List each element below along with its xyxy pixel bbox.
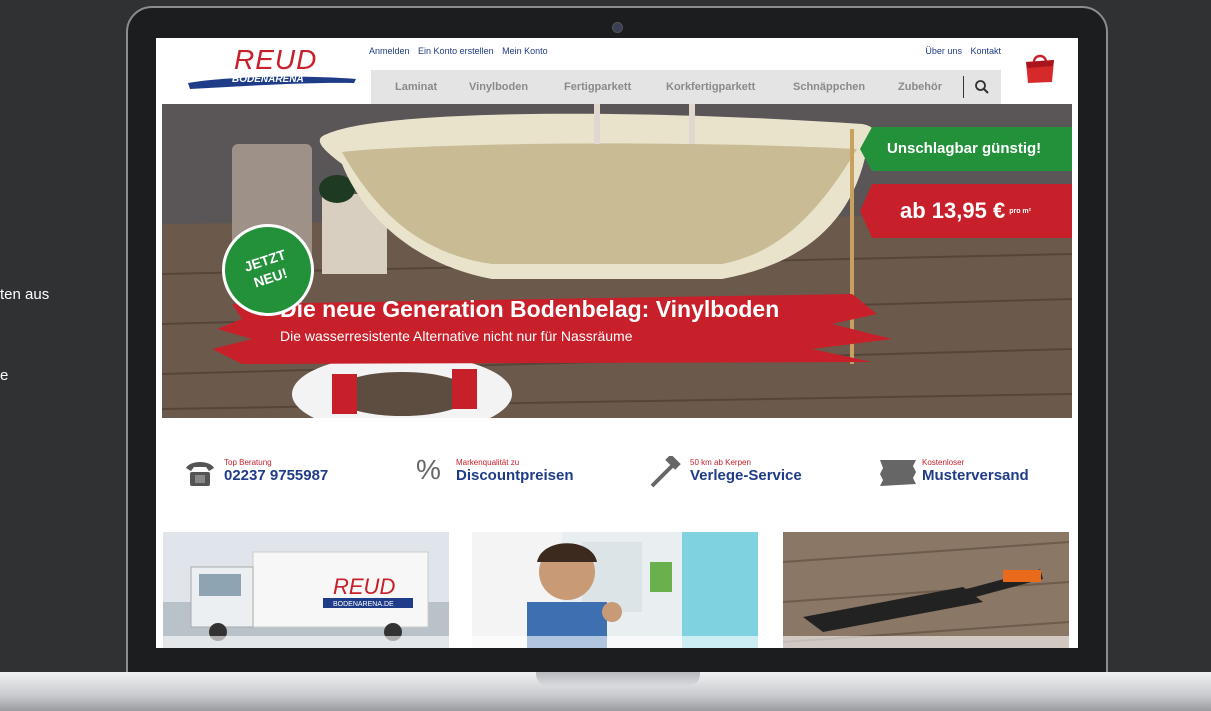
nav-schnaeppchen[interactable]: Schnäppchen [793,81,865,93]
price-value: ab 13,95 € [900,198,1006,223]
percent-icon: % [416,454,441,485]
feature-discount-value: Discountpreisen [456,467,574,484]
delivery-truck-image: REUD BODENARENA.DE [163,532,449,648]
shopping-bag-icon[interactable] [1024,50,1056,84]
card-tools[interactable] [783,532,1069,648]
background-text-2: e [0,367,9,384]
feature-samples-value: Musterversand [922,467,1029,484]
feature-phone-label: Top Beratung [224,458,272,467]
logo-text: REUD [234,44,318,75]
top-links-right: Über uns Kontakt [919,46,1001,56]
register-link[interactable]: Ein Konto erstellen [418,46,494,56]
hero-title: Die neue Generation Bodenbelag: Vinylbod… [280,296,780,322]
price-badge: ab 13,95 € pro m² [860,184,1072,238]
unbeatable-badge: Unschlagbar günstig! [860,127,1072,171]
nav-zubehoer[interactable]: Zubehör [898,81,942,93]
truck-logo-text: REUD [333,574,395,599]
truck-logo-subtitle: BODENARENA.DE [333,601,394,608]
consultant-photo [472,532,758,648]
logo-subtitle: BODENARENA [232,74,304,85]
feature-samples-label: Kostenloser [922,458,965,467]
website-screen: REUD BODENARENA Anmelden Ein Konto erste… [156,38,1078,648]
feature-phone-value: 02237 9755987 [224,467,329,484]
feature-service-label: 50 km ab Kerpen [690,458,751,467]
about-link[interactable]: Über uns [925,46,962,56]
site-logo[interactable]: REUD BODENARENA [186,44,358,92]
feature-service-value: Verlege-Service [690,467,802,484]
nav-divider [963,76,964,98]
flooring-cutter-image [783,532,1069,648]
hammer-icon [650,456,681,488]
hero-banner[interactable]: Die neue Generation Bodenbelag: Vinylbod… [162,104,1072,418]
price-unit: pro m² [1009,208,1031,216]
hero-subtitle: Die wasserresistente Alternative nicht n… [280,328,633,344]
nav-vinylboden[interactable]: Vinylboden [469,81,528,93]
search-icon[interactable] [974,79,990,95]
laptop-notch [536,672,700,686]
nav-korkfertigparkett[interactable]: Korkfertigparkett [666,81,755,93]
feature-discount-label: Markenqualität zu [456,458,520,467]
main-nav: Laminat Vinylboden Fertigparkett Korkfer… [371,70,1001,104]
nav-laminat[interactable]: Laminat [395,81,437,93]
login-link[interactable]: Anmelden [369,46,410,56]
background-text-1: ten aus [0,286,50,303]
contact-link[interactable]: Kontakt [970,46,1001,56]
card-delivery[interactable]: REUD BODENARENA.DE [163,532,449,648]
card-consultation[interactable] [472,532,758,648]
top-links: Anmelden Ein Konto erstellen Mein Konto [369,46,554,56]
phone-icon [186,462,214,486]
camera-icon [612,22,623,33]
flooring-sample-icon [880,460,916,486]
nav-fertigparkett[interactable]: Fertigparkett [564,81,631,93]
my-account-link[interactable]: Mein Konto [502,46,548,56]
